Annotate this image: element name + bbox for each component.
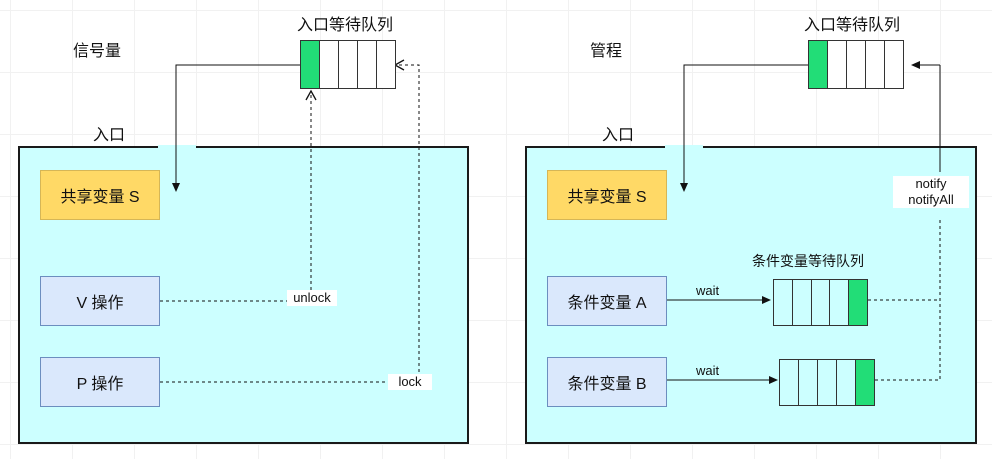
queue-cell — [830, 280, 850, 325]
condition-variable-b-box: 条件变量 B — [547, 357, 667, 407]
queue-cell — [828, 41, 847, 88]
queue-cell — [780, 360, 799, 405]
queue-cell — [358, 41, 377, 88]
left-entry-queue — [300, 40, 396, 89]
right-entry-label: 入口 — [602, 127, 635, 144]
queue-cell — [866, 41, 885, 88]
left-dequeue-arrow — [172, 64, 301, 192]
wait-b-label: wait — [696, 363, 720, 378]
p-operation-box: P 操作 — [40, 357, 160, 407]
queue-cell — [885, 41, 903, 88]
condition-variable-a-box: 条件变量 A — [547, 276, 667, 326]
notify-text: notify — [915, 176, 947, 191]
queue-cell — [799, 360, 818, 405]
notify-all-text: notifyAll — [908, 192, 954, 207]
queue-cell — [320, 41, 339, 88]
right-shared-variable-box: 共享变量 S — [547, 170, 667, 220]
queue-cell — [847, 41, 866, 88]
queue-cell — [809, 41, 828, 88]
v-operation-box: V 操作 — [40, 276, 160, 326]
left-lock-arrow — [393, 59, 420, 372]
queue-cell — [856, 360, 874, 405]
right-entry-queue — [808, 40, 904, 89]
semaphore-title: 信号量 — [73, 43, 122, 60]
unlock-label: unlock — [287, 290, 337, 306]
condition-queue-a — [773, 279, 868, 326]
queue-cell — [811, 280, 831, 325]
left-shared-variable-box: 共享变量 S — [40, 170, 160, 220]
lock-label: lock — [388, 374, 432, 390]
left-queue-label: 入口等待队列 — [297, 17, 394, 34]
notify-label: notify notifyAll — [893, 176, 969, 208]
condition-queue-b — [779, 359, 875, 406]
condition-queue-label: 条件变量等待队列 — [752, 253, 864, 269]
queue-cell — [301, 41, 320, 88]
queue-cell — [339, 41, 358, 88]
right-queue-label: 入口等待队列 — [804, 17, 901, 34]
right-dequeue-arrow — [680, 64, 808, 192]
queue-cell — [837, 360, 856, 405]
wait-a-label: wait — [696, 283, 720, 298]
left-entry-label: 入口 — [93, 127, 126, 144]
queue-cell — [818, 360, 837, 405]
queue-cell — [792, 280, 812, 325]
queue-cell — [377, 41, 395, 88]
queue-cell — [774, 280, 793, 325]
monitor-title: 管程 — [590, 43, 623, 60]
queue-cell — [849, 280, 867, 325]
